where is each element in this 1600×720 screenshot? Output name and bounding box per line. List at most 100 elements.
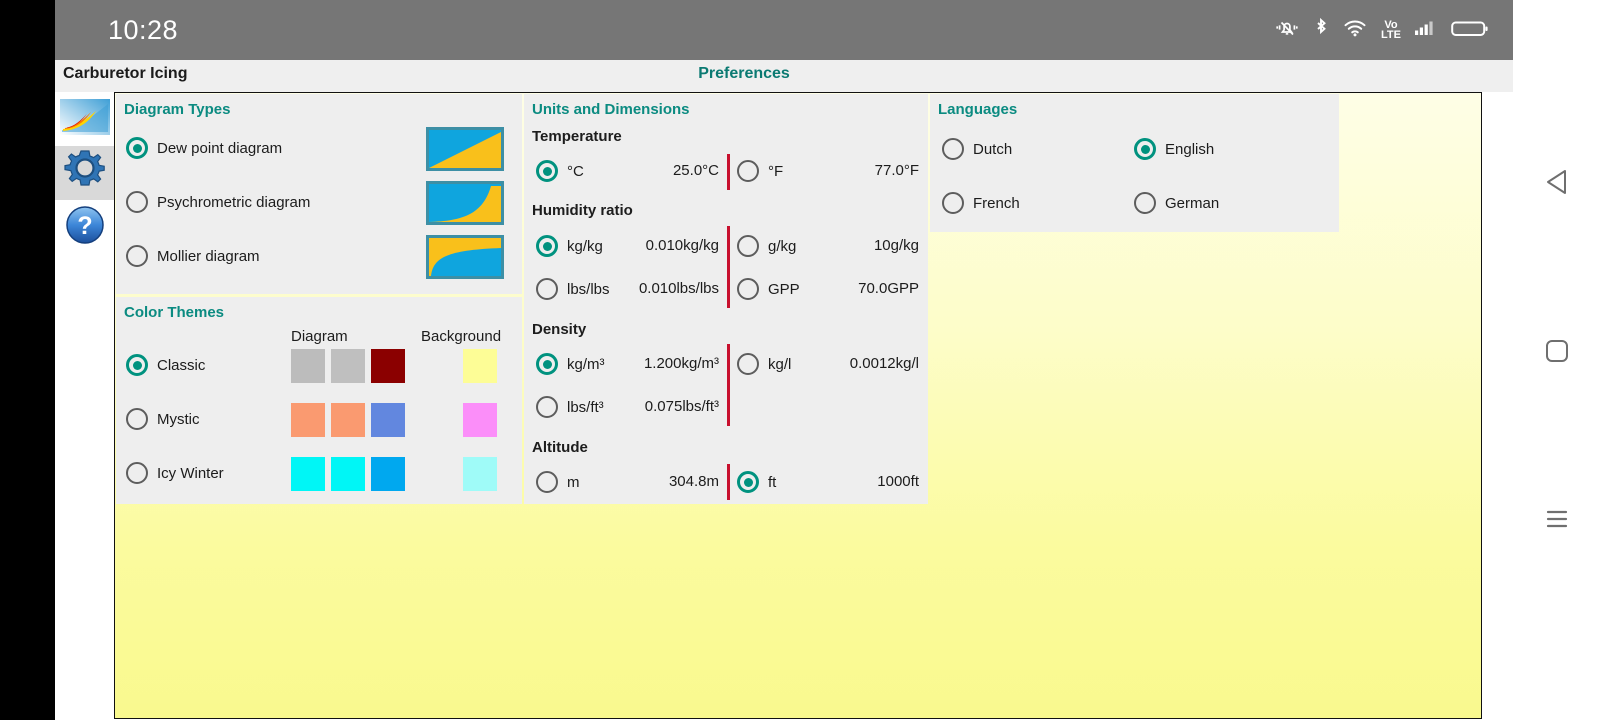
radio-classic[interactable] — [126, 354, 148, 376]
unit-option-lbsft3[interactable]: lbs/ft³ — [536, 396, 604, 418]
radio-dutch[interactable] — [942, 138, 964, 160]
unit-option-kgkg[interactable]: kg/kg — [536, 235, 603, 257]
theme-swatches-icy-winter — [291, 457, 405, 491]
unit-option-gpp[interactable]: GPP — [737, 278, 800, 300]
bluetooth-icon — [1313, 16, 1329, 45]
radio-gkg[interactable] — [737, 235, 759, 257]
diagram-types-title: Diagram Types — [124, 101, 230, 118]
title-bar: Carburetor Icing Preferences — [55, 60, 1513, 93]
unit-value-kgkg: 0.010kg/kg — [616, 237, 719, 254]
radio-icy-winter[interactable] — [126, 462, 148, 484]
radio-kgl[interactable] — [737, 353, 759, 375]
thumb-psychrometric-diagram[interactable] — [426, 181, 504, 225]
home-square-icon — [1544, 338, 1570, 369]
unit-label: g/kg — [768, 238, 796, 255]
rail-item-diagram[interactable] — [55, 92, 114, 146]
languages-panel: Languages Dutch English French — [930, 94, 1339, 232]
language-option-english[interactable]: English — [1134, 138, 1214, 160]
icon-rail: ? — [55, 92, 114, 720]
radio-psychrometric[interactable] — [126, 191, 148, 213]
home-button[interactable] — [1513, 331, 1600, 375]
unit-value-feet: 1000ft — [806, 473, 919, 490]
language-option-german[interactable]: German — [1134, 192, 1219, 214]
radio-feet[interactable] — [737, 471, 759, 493]
diagram-type-option-dew-point[interactable]: Dew point diagram — [126, 137, 282, 159]
radio-mystic[interactable] — [126, 408, 148, 430]
unit-value-kgl: 0.0012kg/l — [806, 355, 919, 372]
unit-option-kgl[interactable]: kg/l — [737, 353, 791, 375]
radio-celsius[interactable] — [536, 160, 558, 182]
swatch-background-mystic — [463, 403, 497, 437]
unit-option-lbslbs[interactable]: lbs/lbs — [536, 278, 610, 300]
color-themes-panel: Color Themes Diagram Background Classic — [116, 297, 522, 504]
thumb-mollier-diagram[interactable] — [426, 235, 504, 279]
units-group-humidity-title: Humidity ratio — [532, 202, 633, 219]
diagram-type-option-psychrometric[interactable]: Psychrometric diagram — [126, 191, 310, 213]
diagram-type-label: Mollier diagram — [157, 248, 260, 265]
back-button[interactable] — [1513, 162, 1600, 206]
swatch-diagram-1 — [291, 349, 325, 383]
radio-english[interactable] — [1134, 138, 1156, 160]
color-theme-option-icy-winter[interactable]: Icy Winter — [126, 462, 224, 484]
unit-option-meters[interactable]: m — [536, 471, 580, 493]
unit-label: m — [567, 474, 580, 491]
swatch-diagram-1 — [291, 457, 325, 491]
unit-label: °F — [768, 163, 783, 180]
rail-item-help[interactable]: ? — [55, 200, 114, 254]
unit-label: ft — [768, 474, 776, 491]
swatch-diagram-3 — [371, 349, 405, 383]
radio-fahrenheit[interactable] — [737, 160, 759, 182]
swatch-diagram-2 — [331, 457, 365, 491]
recents-button[interactable] — [1513, 499, 1600, 543]
unit-value-meters: 304.8m — [584, 473, 719, 490]
unit-option-kgm3[interactable]: kg/m³ — [536, 353, 605, 375]
unit-option-gkg[interactable]: g/kg — [737, 235, 796, 257]
swatch-diagram-2 — [331, 403, 365, 437]
unit-option-celsius[interactable]: °C — [536, 160, 584, 182]
diagram-type-option-mollier[interactable]: Mollier diagram — [126, 245, 260, 267]
body-area: ? Diagram Types Dew point diagram — [55, 92, 1513, 720]
volte-line2: LTE — [1381, 29, 1401, 41]
radio-gpp[interactable] — [737, 278, 759, 300]
radio-meters[interactable] — [536, 471, 558, 493]
radio-kgm3[interactable] — [536, 353, 558, 375]
column-header-background: Background — [421, 328, 501, 345]
language-option-dutch[interactable]: Dutch — [942, 138, 1012, 160]
help-icon: ? — [63, 203, 107, 252]
diagram-types-panel: Diagram Types Dew point diagram — [116, 94, 522, 294]
color-theme-option-mystic[interactable]: Mystic — [126, 408, 200, 430]
radio-lbsft3[interactable] — [536, 396, 558, 418]
screenshot-root: 10:28 — [0, 0, 1600, 720]
unit-value-lbslbs: 0.010lbs/lbs — [619, 280, 719, 297]
language-label: Dutch — [973, 141, 1012, 158]
radio-german[interactable] — [1134, 192, 1156, 214]
unit-value-gpp: 70.0GPP — [806, 280, 919, 297]
swatch-diagram-2 — [331, 349, 365, 383]
diagram-type-label: Dew point diagram — [157, 140, 282, 157]
units-divider-humidity — [727, 226, 730, 308]
color-theme-label: Mystic — [157, 411, 200, 428]
unit-option-feet[interactable]: ft — [737, 471, 776, 493]
volte-icon: Vo LTE — [1381, 20, 1401, 40]
color-theme-option-classic[interactable]: Classic — [126, 354, 205, 376]
language-option-french[interactable]: French — [942, 192, 1020, 214]
unit-value-gkg: 10g/kg — [806, 237, 919, 254]
device-screen: 10:28 — [55, 0, 1513, 720]
radio-mollier[interactable] — [126, 245, 148, 267]
swatch-diagram-3 — [371, 403, 405, 437]
gear-icon — [62, 148, 108, 199]
unit-option-fahrenheit[interactable]: °F — [737, 160, 783, 182]
rail-item-settings[interactable] — [55, 146, 114, 200]
unit-label: °C — [567, 163, 584, 180]
thumb-dew-point-diagram[interactable] — [426, 127, 504, 171]
language-label: German — [1165, 195, 1219, 212]
theme-swatches-mystic — [291, 403, 405, 437]
unit-label: lbs/lbs — [567, 281, 610, 298]
diagram-type-label: Psychrometric diagram — [157, 194, 310, 211]
status-clock: 10:28 — [108, 15, 178, 46]
radio-french[interactable] — [942, 192, 964, 214]
radio-kgkg[interactable] — [536, 235, 558, 257]
android-navigation-bar — [1513, 0, 1600, 720]
radio-dew-point[interactable] — [126, 137, 148, 159]
radio-lbslbs[interactable] — [536, 278, 558, 300]
